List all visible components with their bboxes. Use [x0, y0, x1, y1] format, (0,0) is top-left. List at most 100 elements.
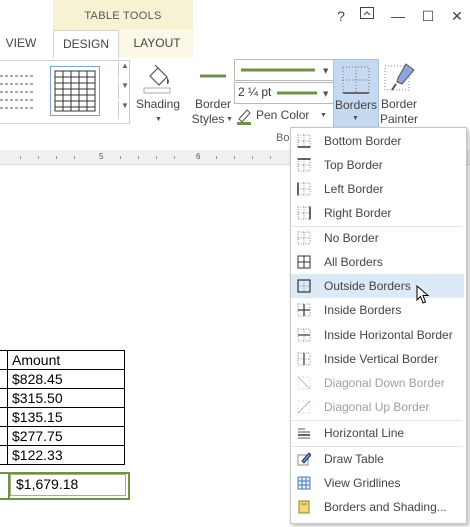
menu-item-label: Diagonal Up Border — [324, 400, 430, 414]
borders-icon — [342, 66, 370, 94]
gallery-scroll-up[interactable]: ▲ — [118, 61, 131, 79]
line-style-preview: ▼ — [241, 67, 329, 75]
menu-item-label: Diagonal Down Border — [324, 376, 445, 390]
minimize-button[interactable]: — — [388, 6, 408, 26]
line-weight-dropdown[interactable]: 2 ¼ pt ▼ — [234, 82, 334, 104]
menu-outside-borders[interactable]: Outside Borders — [291, 274, 464, 298]
menu-horizontal-line[interactable]: Horizontal Line — [291, 421, 464, 445]
ruler-tick — [216, 156, 217, 159]
menu-item-label: Inside Vertical Border — [324, 352, 439, 366]
pen-color-dropdown-arrow: ▼ — [320, 112, 327, 119]
ribbon-display-icon — [360, 7, 374, 19]
line-style-dropdown[interactable]: ▼ — [234, 59, 334, 81]
menu-item-label: Inside Horizontal Border — [324, 328, 453, 342]
view-gridlines-icon — [297, 476, 311, 490]
menu-item-label: Inside Borders — [324, 303, 402, 317]
inside-horizontal-border-icon — [297, 328, 311, 342]
total-cell[interactable]: $1,679.18 — [16, 476, 78, 492]
amount-cell[interactable]: $277.75 — [7, 426, 125, 446]
paint-bucket-icon — [143, 64, 171, 94]
menu-item-label: Bottom Border — [324, 134, 402, 148]
ruler-tick — [56, 156, 57, 159]
borders-group-label: Bo — [276, 132, 290, 144]
diagonal-down-border-icon — [297, 376, 311, 390]
menu-diagonal-down-border: Diagonal Down Border — [291, 371, 464, 395]
border-styles-dropdown-arrow[interactable]: ▼ — [226, 116, 233, 123]
maximize-button[interactable]: ☐ — [418, 6, 438, 26]
svg-text:▼: ▼ — [323, 90, 329, 98]
outside-borders-icon — [297, 279, 311, 293]
amount-header[interactable]: Amount — [7, 350, 125, 370]
ruler-number-6: 6 — [196, 152, 201, 161]
ruler-tick — [252, 156, 253, 159]
border-styles-label-2: Styles — [191, 112, 225, 126]
menu-all-borders[interactable]: All Borders — [291, 250, 464, 274]
ruler-tick — [138, 156, 139, 159]
amount-cell[interactable]: $122.33 — [7, 445, 125, 465]
gallery-scroll-down[interactable]: ▼ — [118, 81, 131, 99]
ruler-tick — [174, 156, 175, 159]
ruler-number-5: 5 — [99, 152, 104, 161]
ruler-tick — [120, 156, 121, 159]
ruler-tick — [270, 156, 271, 159]
bottom-border-icon — [297, 134, 311, 148]
top-border-icon — [297, 158, 311, 172]
tab-layout[interactable]: LAYOUT — [124, 30, 190, 58]
left-border-icon — [297, 182, 311, 196]
ribbon-display-options-button[interactable] — [357, 6, 377, 26]
border-painter-button[interactable] — [382, 60, 418, 96]
table-style-plain[interactable] — [0, 66, 46, 114]
shading-dropdown-arrow[interactable]: ▼ — [155, 116, 162, 123]
tab-design[interactable]: DESIGN — [53, 30, 119, 60]
diagonal-up-border-icon — [297, 400, 311, 414]
ruler-tick — [74, 156, 75, 159]
right-border-icon — [297, 206, 311, 220]
menu-left-border[interactable]: Left Border — [291, 177, 464, 201]
border-painter-label-2: Painter — [379, 112, 419, 126]
menu-item-label: Left Border — [324, 182, 384, 196]
table-style-grid-selected[interactable] — [50, 66, 100, 116]
borders-label: Borders — [334, 98, 378, 112]
line-weight-value: 2 ¼ pt — [238, 85, 272, 99]
menu-no-border[interactable]: No Border — [291, 226, 464, 250]
menu-item-label: All Borders — [324, 255, 383, 269]
menu-bottom-border[interactable]: Bottom Border — [291, 129, 464, 153]
close-button[interactable]: ✕ — [447, 6, 467, 26]
menu-inside-borders[interactable]: Inside Borders — [291, 298, 464, 322]
help-button[interactable]: ? — [331, 6, 351, 26]
tab-view[interactable]: VIEW — [0, 30, 42, 58]
menu-right-border[interactable]: Right Border — [291, 201, 464, 225]
pen-icon — [237, 109, 251, 125]
border-styles-swatch[interactable] — [196, 68, 230, 88]
borders-and-shading-icon — [298, 500, 310, 514]
shading-button[interactable] — [140, 60, 176, 96]
ruler-tick — [38, 156, 39, 159]
menu-inside-vertical-border[interactable]: Inside Vertical Border — [291, 347, 464, 371]
mouse-cursor — [416, 284, 430, 305]
inside-borders-icon — [297, 303, 311, 317]
menu-item-label: No Border — [324, 231, 379, 245]
menu-inside-horizontal-border[interactable]: Inside Horizontal Border — [291, 323, 464, 347]
pen-color-button[interactable]: Pen Color ▼ — [236, 107, 336, 125]
line-weight-preview: ▼ — [277, 90, 329, 98]
inside-vertical-border-icon — [297, 352, 311, 366]
menu-top-border[interactable]: Top Border — [291, 153, 464, 177]
pen-color-label: Pen Color — [256, 108, 310, 122]
borders-button[interactable]: Borders ▼ — [333, 59, 379, 129]
amount-cell[interactable]: $315.50 — [7, 388, 125, 408]
menu-item-label: Top Border — [324, 158, 383, 172]
menu-item-label: Borders and Shading... — [324, 500, 447, 514]
menu-diagonal-up-border: Diagonal Up Border — [291, 395, 464, 419]
gallery-more[interactable]: ▼ — [118, 101, 131, 119]
amount-cell[interactable]: $135.15 — [7, 407, 125, 427]
amount-cell[interactable]: $828.45 — [7, 369, 125, 389]
menu-item-label: Horizontal Line — [324, 426, 405, 440]
horizontal-line-icon — [298, 428, 310, 439]
ruler-tick — [234, 156, 235, 159]
border-styles-label-1: Border — [194, 97, 232, 111]
menu-item-label: Draw Table — [324, 452, 384, 466]
menu-view-gridlines[interactable]: View Gridlines — [291, 471, 464, 495]
menu-borders-and-shading[interactable]: Borders and Shading... — [291, 495, 464, 519]
arrow-cursor-icon — [416, 284, 430, 304]
menu-draw-table[interactable]: Draw Table — [291, 447, 464, 471]
